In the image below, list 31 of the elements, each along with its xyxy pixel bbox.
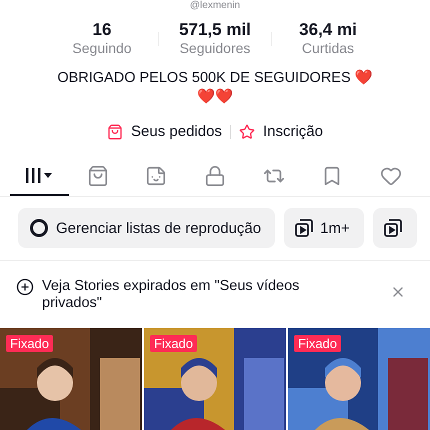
- stat-value: 16: [92, 20, 112, 40]
- playlist-chip[interactable]: Gerenciar listas de reprodução: [18, 208, 276, 248]
- playlist-chip[interactable]: [372, 208, 417, 248]
- notice-text: Veja Stories expirados em "Seus vídeos privados": [42, 278, 300, 312]
- profile-link[interactable]: Seus pedidos: [131, 123, 222, 140]
- video-thumbnail[interactable]: Fixado: [0, 328, 142, 430]
- grid-menu-icon: [24, 167, 54, 185]
- star-icon: [238, 124, 255, 140]
- pinned-badge: Fixado: [150, 335, 198, 352]
- playlist-chip[interactable]: 1m+: [284, 208, 364, 248]
- shopping-bag-icon: [107, 124, 124, 140]
- playlist-icon: [382, 218, 403, 238]
- sticker-icon: [145, 165, 168, 187]
- profile-link[interactable]: Inscrição: [262, 123, 323, 140]
- stat-label: Curtidas: [302, 40, 354, 57]
- shopping-bag-icon: [86, 165, 109, 187]
- settings-icon: [28, 217, 50, 239]
- video-thumbnail[interactable]: Fixado: [144, 328, 286, 430]
- bio-text: OBRIGADO PELOS 500K DE SEGUIDORES ❤ ❤❤: [56, 69, 374, 107]
- stat-label: Seguidores: [180, 40, 250, 57]
- stat-value: 36,4 mi: [299, 20, 357, 40]
- playlist-icon: [294, 218, 314, 238]
- stat-label: Seguindo: [72, 40, 132, 57]
- heart-icon: [380, 165, 402, 187]
- stat-value: 571,5 mil: [179, 20, 251, 40]
- pinned-badge: Fixado: [6, 335, 54, 352]
- add-icon: [16, 278, 34, 296]
- profile-handle: @lexmenin: [190, 0, 240, 11]
- pinned-badge: Fixado: [294, 335, 342, 352]
- lock-icon: [204, 165, 226, 187]
- video-thumbnail[interactable]: Fixado: [288, 328, 430, 430]
